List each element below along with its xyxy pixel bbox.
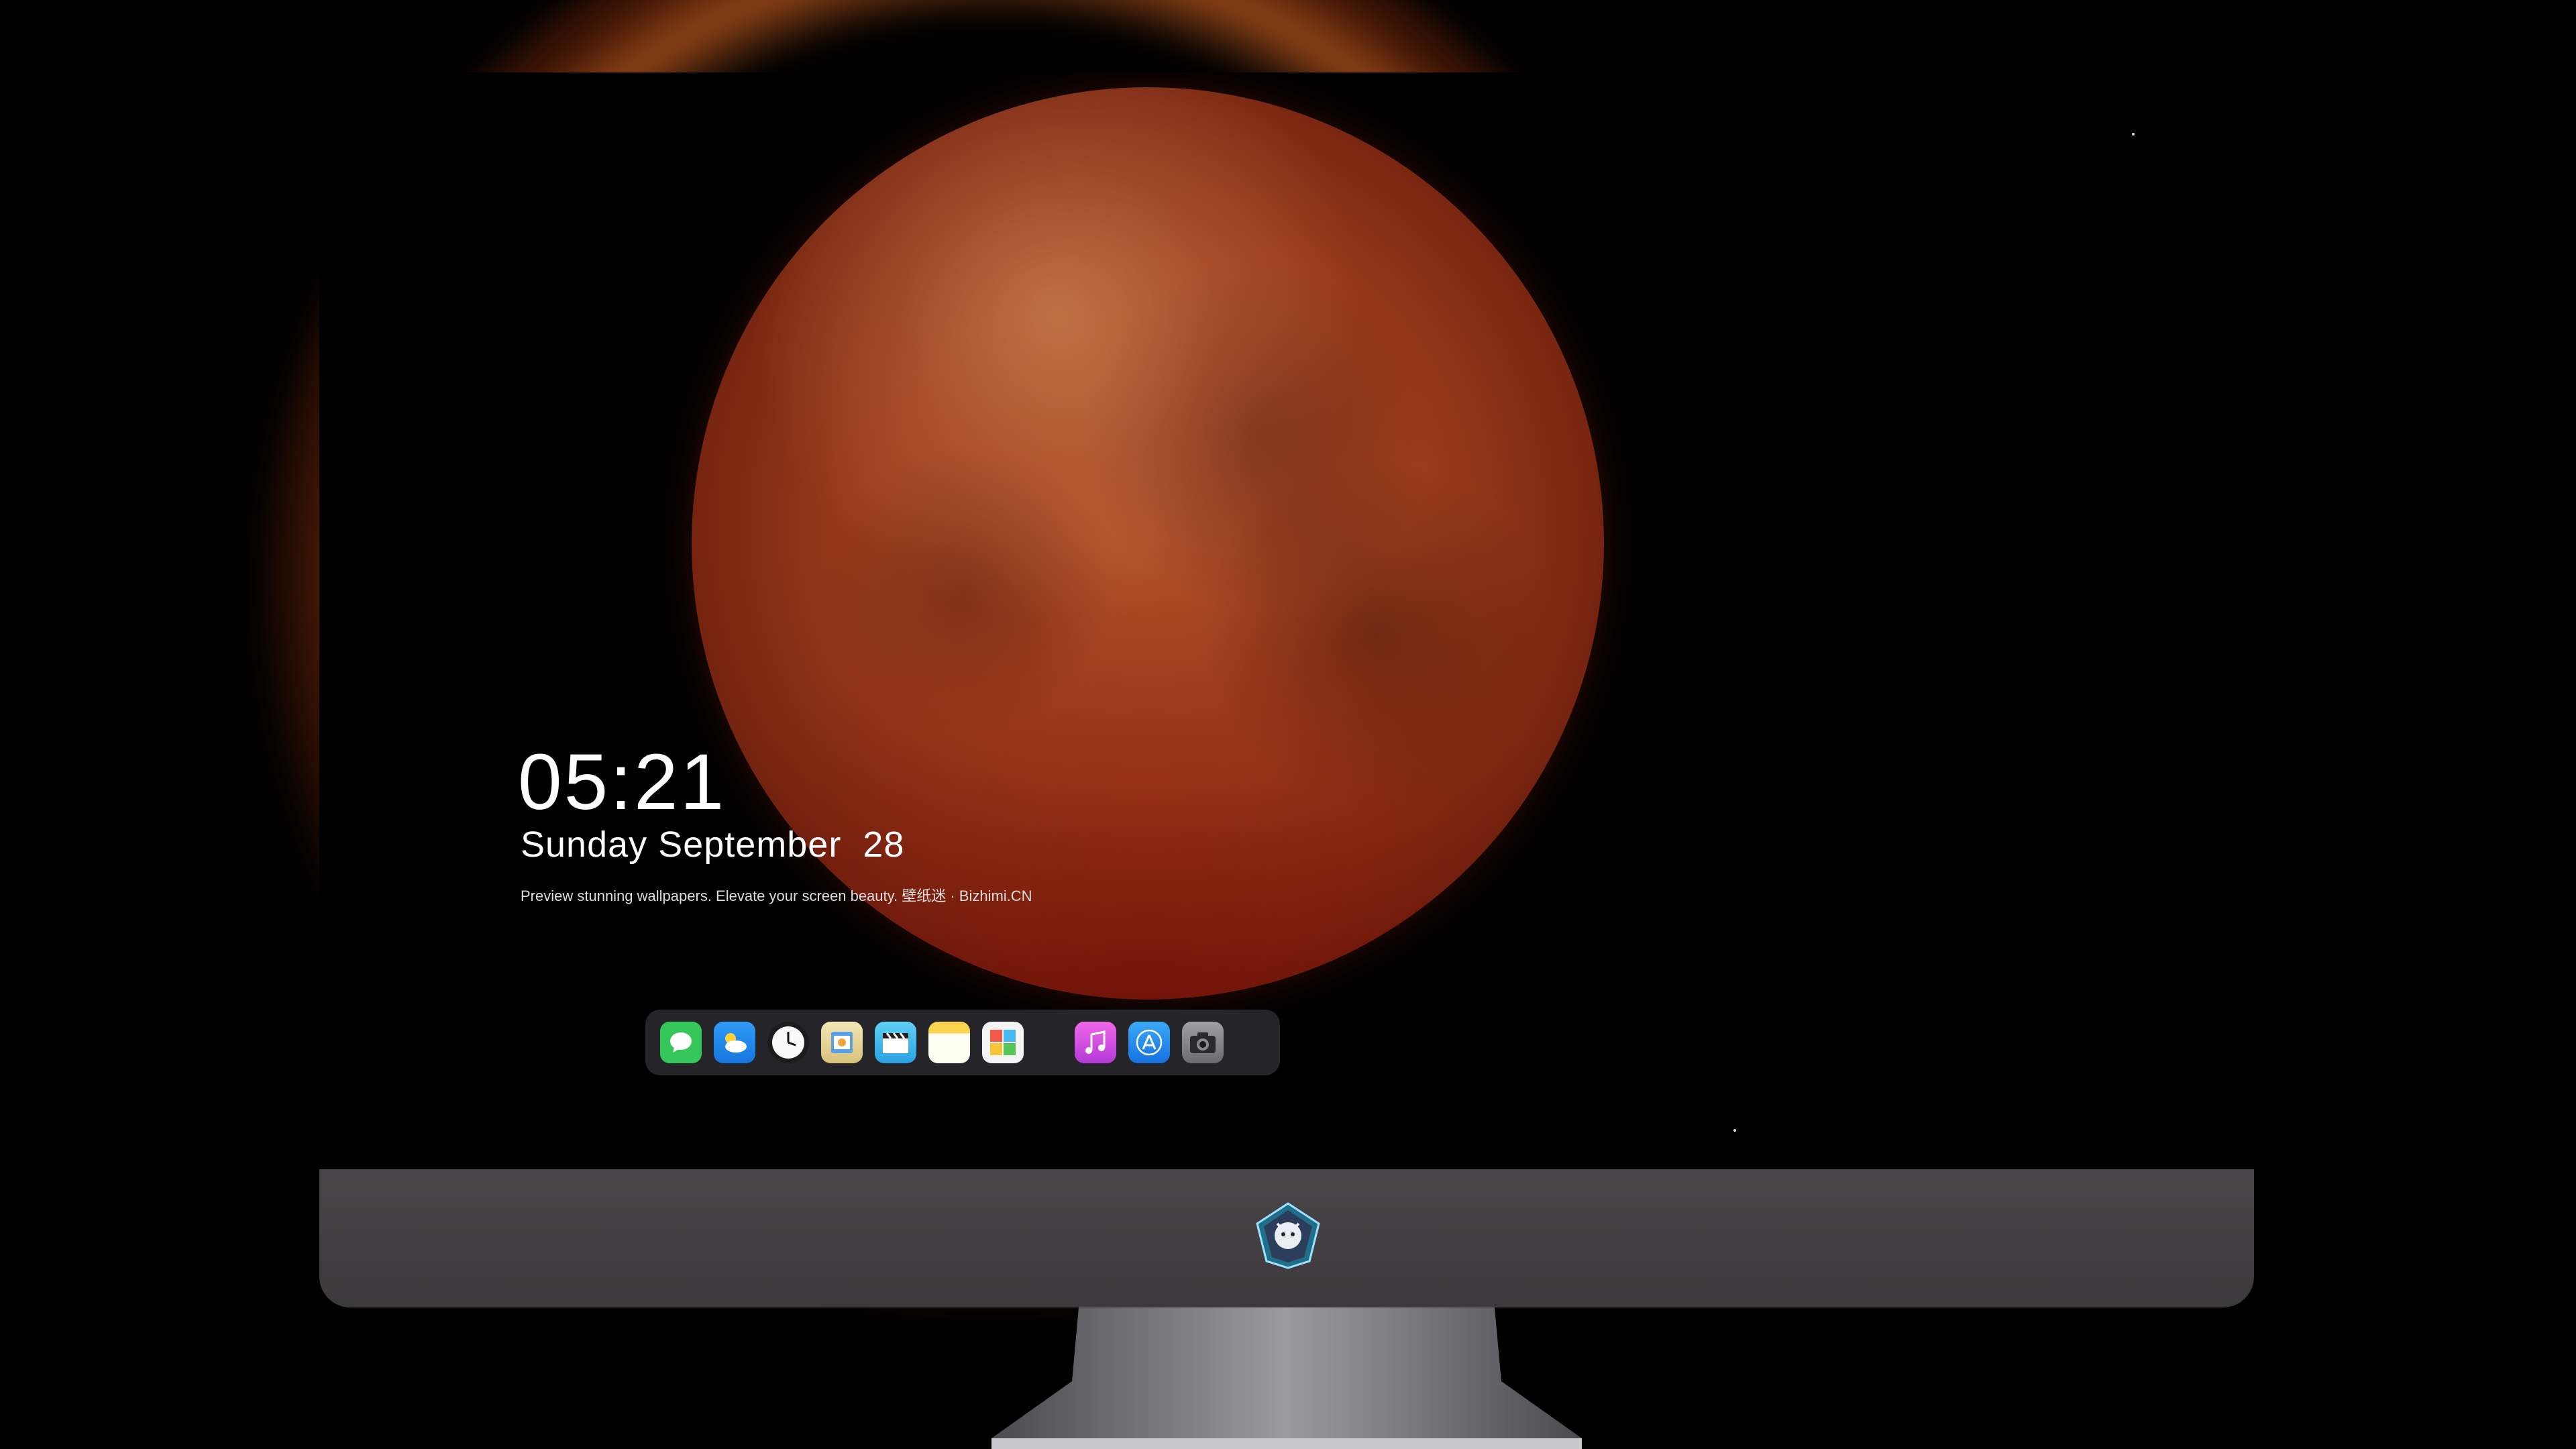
camera-icon[interactable] [1182,1022,1224,1063]
photos-icon[interactable] [982,1022,1024,1063]
clips-icon[interactable] [875,1022,916,1063]
mascot-logo-icon [1253,1201,1323,1271]
music-icon[interactable] [1075,1022,1116,1063]
star [1733,1129,1736,1132]
lockscreen-date: Sunday September 28 [521,824,905,865]
monitor-screen: 05:21 Sunday September 28 Preview stunni… [319,72,2254,1169]
notes-icon[interactable] [928,1022,970,1063]
clock-icon[interactable] [767,1022,809,1063]
lockscreen-clock: 05:21 [518,738,727,826]
weather-icon[interactable] [714,1022,755,1063]
preview-icon[interactable] [821,1022,863,1063]
monitor-stand [991,1307,1582,1449]
app-store-icon[interactable] [1128,1022,1170,1063]
messages-icon[interactable] [660,1022,702,1063]
lockscreen-tagline: Preview stunning wallpapers. Elevate you… [521,888,1032,904]
dock [645,1010,1280,1075]
star [2132,133,2135,136]
